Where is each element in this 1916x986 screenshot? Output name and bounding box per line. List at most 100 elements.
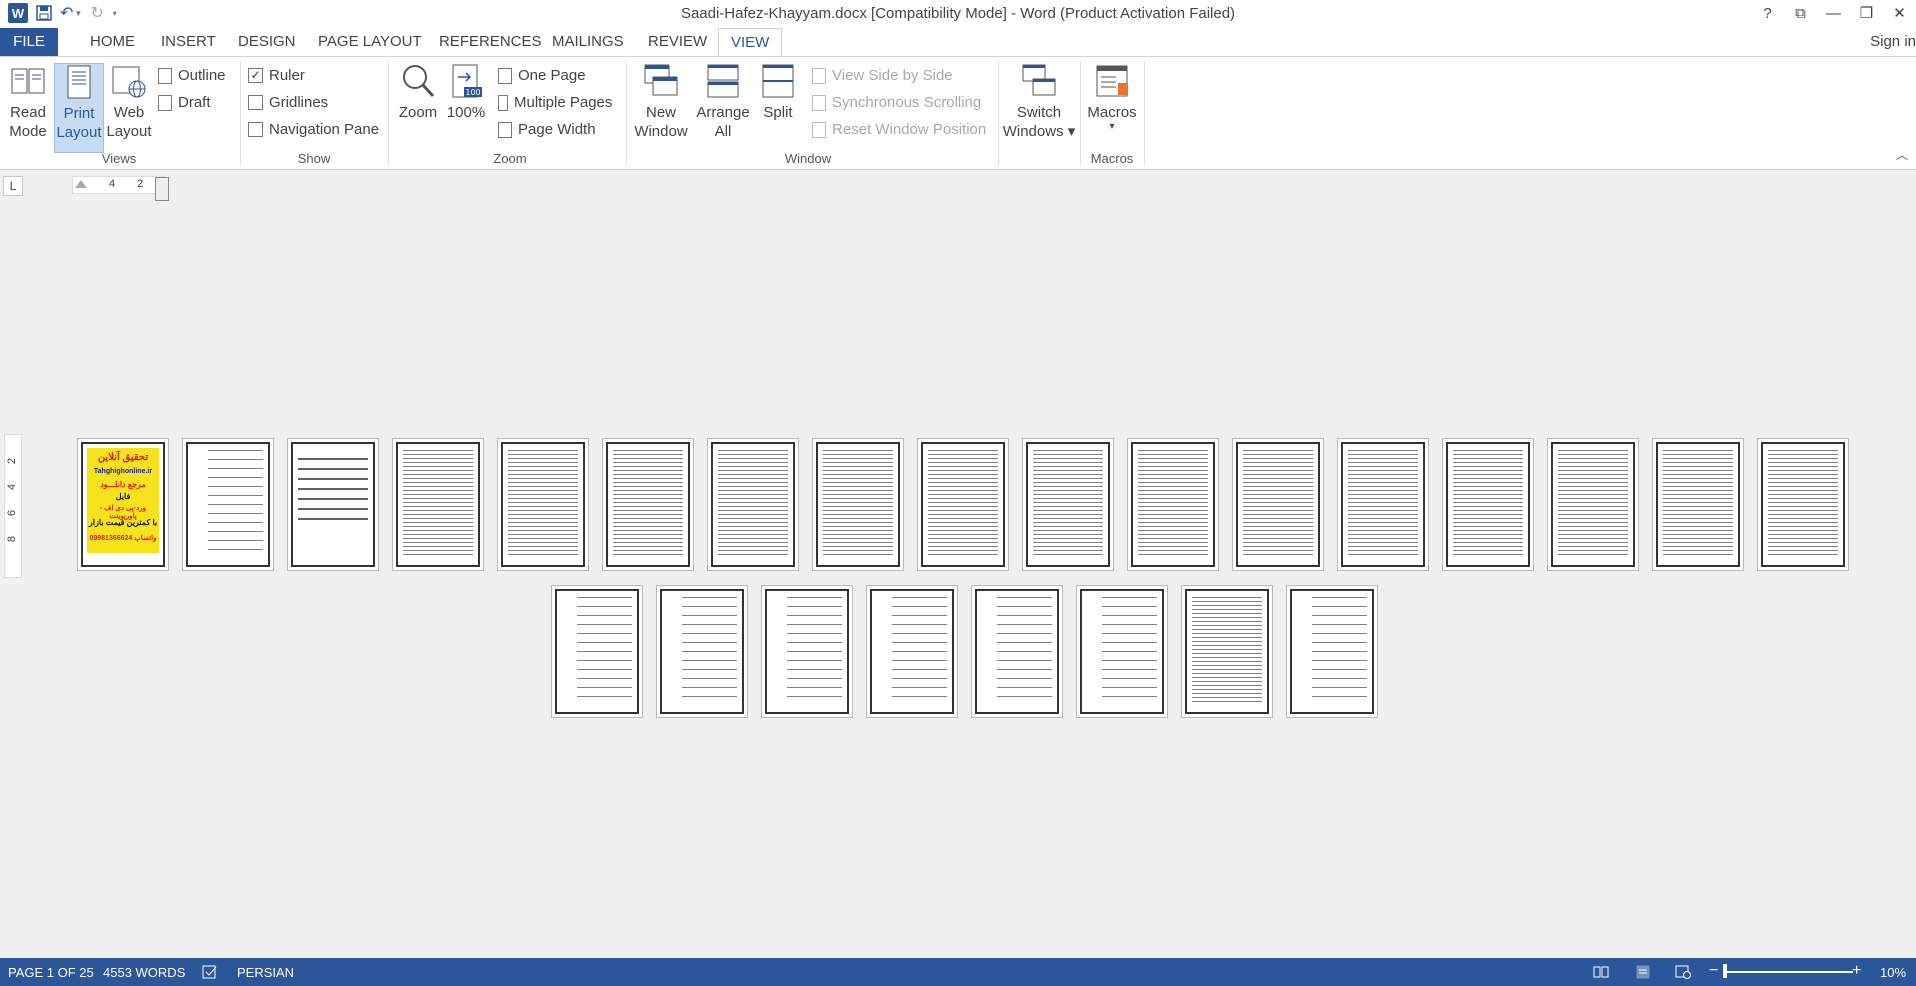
word-logo-icon[interactable]: W [8, 3, 28, 23]
left-indent-marker-icon[interactable] [75, 180, 87, 188]
status-bar: PAGE 1 OF 25 4553 WORDS PERSIAN − + 10% [0, 958, 1916, 986]
redo-icon[interactable]: ↻ [90, 3, 103, 23]
navigation-pane-checkbox[interactable]: Navigation Pane [248, 121, 379, 138]
page-text-lines [577, 597, 632, 702]
page-thumbnail[interactable] [1547, 438, 1639, 571]
page-border [1446, 442, 1530, 567]
page-thumbnail-cover[interactable]: تحقیق آنلاین Tahghighonline.ir مرجع دانل… [77, 438, 169, 571]
arrange-all-button[interactable]: Arrange All [690, 63, 756, 141]
tab-review[interactable]: REVIEW [636, 28, 719, 56]
page-thumbnail[interactable] [656, 585, 748, 718]
page-thumbnail[interactable] [1181, 585, 1273, 718]
web-layout-view-icon[interactable] [1675, 965, 1691, 982]
collapse-ribbon-icon[interactable]: ︿ [1896, 146, 1908, 163]
proofing-icon[interactable] [202, 965, 218, 982]
right-indent-marker-icon[interactable] [155, 177, 169, 201]
tab-design[interactable]: DESIGN [226, 28, 308, 56]
save-icon[interactable] [36, 5, 52, 21]
page-thumbnail[interactable] [971, 585, 1063, 718]
sign-in-link[interactable]: Sign in [1870, 33, 1916, 50]
zoom-in-button[interactable]: + [1852, 962, 1861, 980]
page-thumbnail[interactable] [707, 438, 799, 571]
page-thumbnail[interactable] [1232, 438, 1324, 571]
minimize-icon[interactable]: — [1817, 0, 1850, 28]
tab-references[interactable]: REFERENCES [427, 28, 554, 56]
page-thumbnail[interactable] [182, 438, 274, 571]
group-views-label: Views [101, 151, 137, 166]
tab-home[interactable]: HOME [78, 28, 147, 56]
page-thumbnail[interactable] [1076, 585, 1168, 718]
page-thumbnail[interactable] [602, 438, 694, 571]
zoom-slider-thumb[interactable] [1723, 964, 1727, 978]
restore-icon[interactable]: ❐ [1850, 0, 1883, 28]
tab-mailings[interactable]: MAILINGS [540, 28, 636, 56]
page-text-lines [298, 458, 368, 525]
word-count[interactable]: 4553 WORDS [103, 965, 185, 980]
zoom-level[interactable]: 10% [1880, 965, 1906, 980]
split-button[interactable]: Split [756, 63, 800, 122]
outline-button[interactable]: Outline [158, 67, 226, 84]
page-text-lines [1138, 450, 1208, 555]
page-thumbnail[interactable] [1757, 438, 1849, 571]
gridlines-checkbox[interactable]: Gridlines [248, 94, 328, 111]
page-border [870, 589, 954, 714]
page-thumbnail[interactable] [551, 585, 643, 718]
outline-label: Outline [178, 67, 226, 84]
read-mode-button[interactable]: Read Mode [6, 63, 50, 141]
reset-window-position-button[interactable]: Reset Window Position [812, 121, 986, 138]
page-width-button[interactable]: Page Width [498, 121, 596, 138]
page-thumbnail[interactable] [287, 438, 379, 571]
page-thumbnail[interactable] [761, 585, 853, 718]
group-separator [1144, 61, 1145, 165]
view-side-by-side-button[interactable]: View Side by Side [812, 67, 953, 84]
close-icon[interactable]: ✕ [1883, 0, 1916, 28]
tab-selector[interactable]: L [3, 176, 23, 196]
web-layout-button[interactable]: Web Layout [106, 63, 152, 141]
draft-button[interactable]: Draft [158, 94, 211, 111]
tab-insert[interactable]: INSERT [149, 28, 228, 56]
undo-icon[interactable]: ↶ ▼ [60, 3, 82, 23]
print-layout-icon [67, 65, 91, 99]
zoom-100-button[interactable]: 100 100% [446, 63, 486, 122]
synchronous-scrolling-button[interactable]: Synchronous Scrolling [812, 94, 981, 111]
page-thumbnail[interactable] [497, 438, 589, 571]
new-window-button[interactable]: New Window [632, 63, 690, 141]
switch-windows-button[interactable]: Switch Windows ▾ [1000, 63, 1078, 141]
zoom-slider[interactable] [1726, 971, 1853, 973]
ribbon-display-options-icon[interactable]: ⧉ [1784, 0, 1817, 28]
page-thumbnail[interactable] [1127, 438, 1219, 571]
language[interactable]: PERSIAN [237, 965, 294, 980]
page-text-lines [892, 597, 947, 702]
zoom-button[interactable]: Zoom [396, 63, 440, 122]
print-layout-button[interactable]: Print Layout [54, 63, 104, 153]
page-count[interactable]: PAGE 1 OF 25 [8, 965, 94, 980]
read-mode-view-icon[interactable] [1593, 965, 1609, 982]
page-thumbnail[interactable] [866, 585, 958, 718]
page-thumbnail[interactable] [1022, 438, 1114, 571]
page-thumbnail[interactable] [1652, 438, 1744, 571]
horizontal-ruler[interactable]: 4 2 [72, 176, 169, 201]
tab-file[interactable]: FILE [0, 28, 58, 56]
one-page-button[interactable]: One Page [498, 67, 586, 84]
print-layout-view-icon[interactable] [1635, 965, 1651, 982]
multiple-pages-label: Multiple Pages [514, 94, 613, 111]
page-border [1341, 442, 1425, 567]
customize-qat-icon[interactable]: ▾ [112, 9, 117, 18]
help-icon[interactable]: ? [1751, 0, 1784, 28]
page-thumbnail[interactable] [392, 438, 484, 571]
zoom-out-button[interactable]: − [1709, 962, 1718, 980]
page-thumbnail[interactable] [812, 438, 904, 571]
macros-button[interactable]: Macros ▾ [1084, 63, 1140, 132]
page-text-lines [1768, 450, 1838, 555]
tab-view[interactable]: VIEW [718, 28, 783, 57]
page-thumbnail[interactable] [917, 438, 1009, 571]
vertical-ruler[interactable]: 2 4 6 8 [4, 434, 22, 578]
ruler-checkbox[interactable]: ✓ Ruler [248, 67, 305, 84]
tab-page-layout[interactable]: PAGE LAYOUT [306, 28, 434, 56]
page-thumbnail[interactable] [1286, 585, 1378, 718]
page-thumbnail[interactable] [1337, 438, 1429, 571]
multiple-pages-button[interactable]: Multiple Pages [498, 94, 612, 111]
page-thumbnail[interactable] [1442, 438, 1534, 571]
group-separator [626, 61, 627, 165]
quick-access-toolbar: W ↶ ▼ ↻ ▾ [8, 3, 117, 23]
